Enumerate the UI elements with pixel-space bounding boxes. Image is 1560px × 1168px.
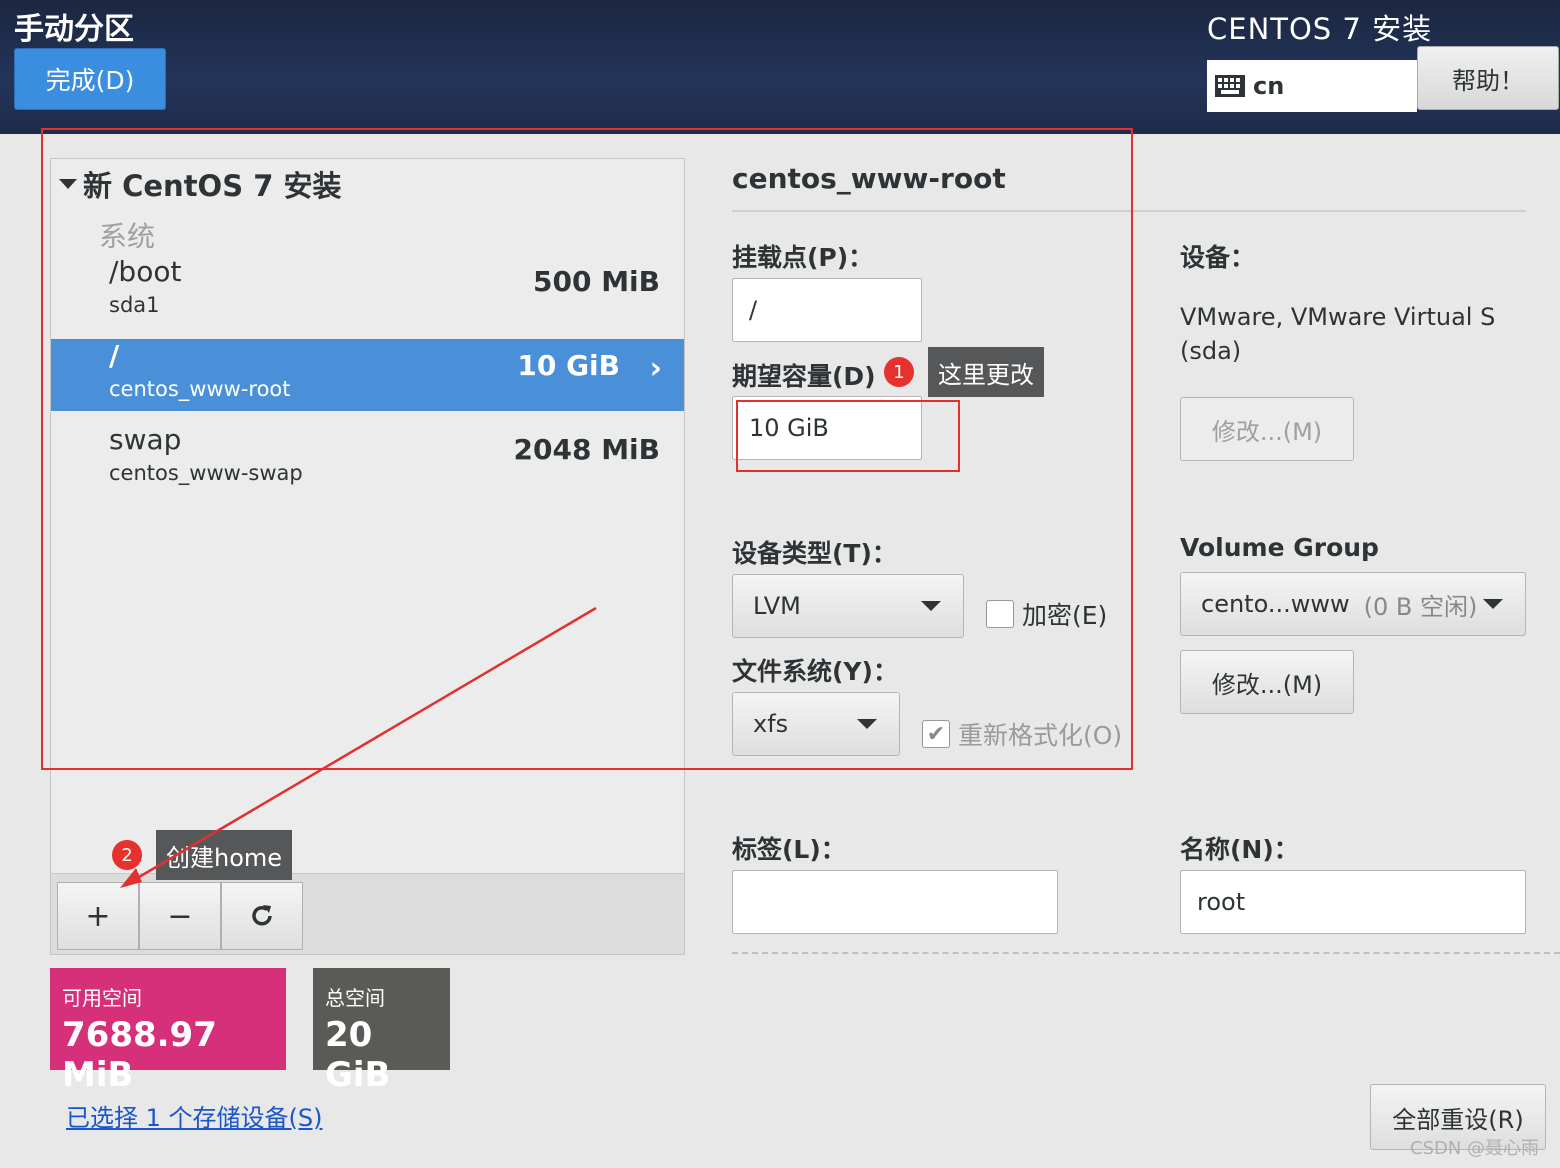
- watermark: CSDN @聂心雨: [1410, 1138, 1540, 1159]
- arrow-line: [133, 606, 597, 882]
- annotation-arrow: [120, 606, 597, 888]
- arrow-head-icon: [120, 868, 142, 888]
